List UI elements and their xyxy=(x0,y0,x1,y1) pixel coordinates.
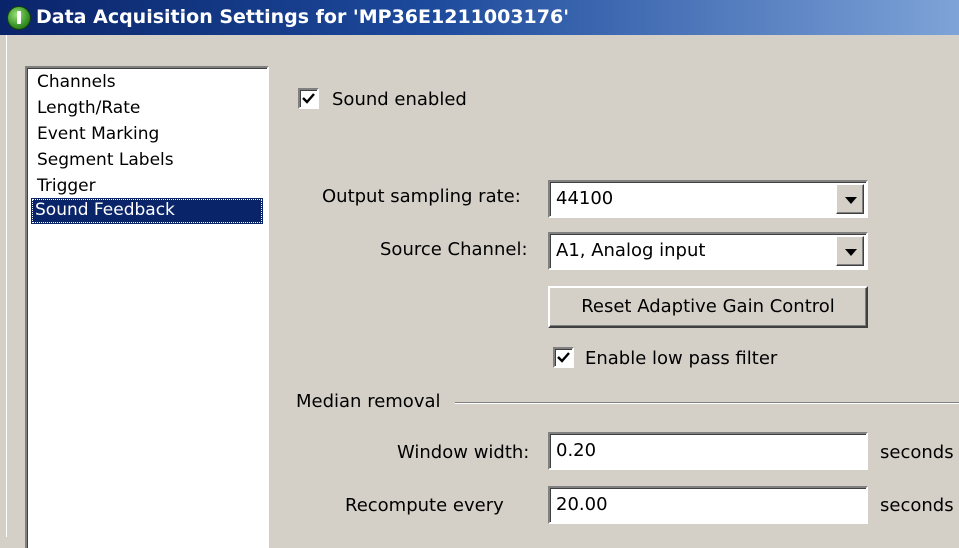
recompute-every-unit: seconds xyxy=(880,495,954,516)
low-pass-filter-label: Enable low pass filter xyxy=(585,348,778,369)
window-width-label: Window width: xyxy=(397,442,530,463)
recompute-every-label: Recompute every xyxy=(345,495,504,516)
nav-item-length-rate[interactable]: Length/Rate xyxy=(33,96,144,122)
chevron-down-icon[interactable] xyxy=(836,184,864,214)
source-channel-value: A1, Analog input xyxy=(556,240,706,261)
sound-enabled-label: Sound enabled xyxy=(332,89,467,110)
output-sampling-rate-label: Output sampling rate: xyxy=(322,186,521,207)
window-width-value: 0.20 xyxy=(556,440,597,461)
window-border xyxy=(0,35,7,537)
sound-enabled-checkbox[interactable] xyxy=(298,88,319,109)
source-channel-label: Source Channel: xyxy=(380,239,528,260)
low-pass-filter-checkbox[interactable] xyxy=(553,347,574,368)
source-channel-select[interactable]: A1, Analog input xyxy=(548,232,868,270)
recompute-every-input[interactable]: 20.00 xyxy=(548,486,868,524)
output-sampling-rate-select[interactable]: 44100 xyxy=(548,180,868,218)
output-sampling-rate-value: 44100 xyxy=(556,188,614,209)
window-title: Data Acquisition Settings for 'MP36E1211… xyxy=(36,6,570,28)
window-width-unit: seconds xyxy=(880,442,954,463)
checkmark-icon xyxy=(302,93,315,104)
settings-dialog: Channels Length/Rate Event Marking Segme… xyxy=(0,35,959,548)
median-removal-divider xyxy=(455,402,959,404)
recompute-every-value: 20.00 xyxy=(556,494,608,515)
nav-item-segment-labels[interactable]: Segment Labels xyxy=(33,148,178,174)
nav-item-channels[interactable]: Channels xyxy=(33,70,120,96)
chevron-down-icon[interactable] xyxy=(836,236,864,266)
reset-adaptive-gain-control-button[interactable]: Reset Adaptive Gain Control xyxy=(548,286,868,328)
window-width-input[interactable]: 0.20 xyxy=(548,432,868,470)
nav-item-event-marking[interactable]: Event Marking xyxy=(33,122,163,148)
settings-category-list[interactable]: Channels Length/Rate Event Marking Segme… xyxy=(25,66,269,548)
median-removal-group-label: Median removal xyxy=(296,391,441,412)
app-icon xyxy=(7,6,31,30)
nav-item-sound-feedback[interactable]: Sound Feedback xyxy=(31,198,263,224)
title-bar[interactable]: Data Acquisition Settings for 'MP36E1211… xyxy=(0,0,959,35)
nav-item-trigger[interactable]: Trigger xyxy=(33,174,100,200)
checkmark-icon xyxy=(557,352,570,363)
